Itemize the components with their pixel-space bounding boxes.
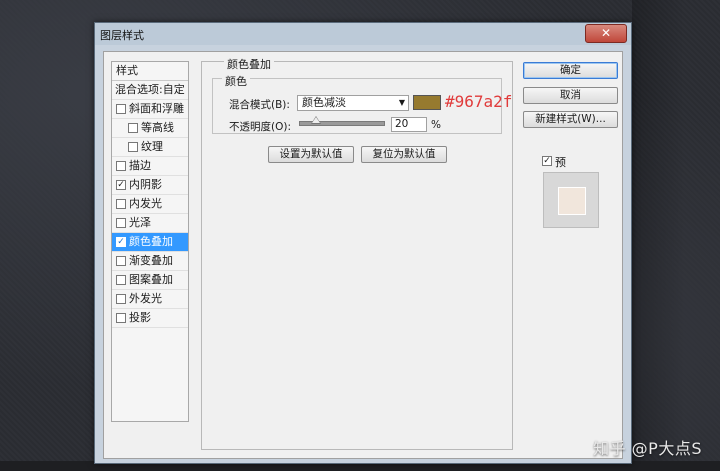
style-item-label: 颜色叠加 — [129, 235, 173, 248]
checkbox-icon[interactable]: ✓ — [116, 237, 126, 247]
style-item-label: 渐变叠加 — [129, 254, 173, 267]
style-items: 斜面和浮雕 等高线 纹理 描边 ✓ 内阴影 内发光 光泽 ✓ 颜色叠加 渐变叠加 图案叠加 外发光 投影 — [112, 100, 188, 328]
checkbox-check-icon[interactable]: ✓ — [542, 156, 552, 166]
style-item-3[interactable]: 描边 — [112, 157, 188, 176]
checkbox-icon[interactable] — [116, 104, 126, 114]
style-preview-thumbnail — [543, 172, 599, 228]
checkbox-icon[interactable] — [116, 256, 126, 266]
style-item-label: 光泽 — [129, 216, 151, 229]
opacity-slider-thumb[interactable] — [310, 116, 321, 124]
checkbox-icon[interactable] — [116, 313, 126, 323]
style-item-6[interactable]: 光泽 — [112, 214, 188, 233]
checkbox-icon[interactable] — [116, 199, 126, 209]
checkbox-icon[interactable] — [128, 142, 138, 152]
close-button[interactable]: ✕ — [585, 24, 627, 43]
style-item-8[interactable]: 渐变叠加 — [112, 252, 188, 271]
opacity-unit: % — [431, 119, 441, 131]
watermark: 知乎 @P大点S — [593, 439, 702, 458]
blend-mode-select[interactable]: 颜色减淡 ▼ — [297, 95, 409, 111]
style-item-0[interactable]: 斜面和浮雕 — [112, 100, 188, 119]
reset-default-button[interactable]: 复位为默认值 — [361, 146, 447, 163]
style-item-4[interactable]: ✓ 内阴影 — [112, 176, 188, 195]
style-item-10[interactable]: 外发光 — [112, 290, 188, 309]
checkbox-icon[interactable] — [116, 161, 126, 171]
style-item-1[interactable]: 等高线 — [112, 119, 188, 138]
style-item-label: 内发光 — [129, 197, 162, 210]
opacity-label: 不透明度(O): — [229, 121, 291, 133]
style-item-label: 纹理 — [141, 140, 163, 153]
window-title: 图层样式 — [100, 29, 144, 42]
style-item-label: 内阴影 — [129, 178, 162, 191]
style-item-label: 描边 — [129, 159, 151, 172]
background-shadow — [632, 0, 720, 471]
style-list-header: 样式 — [112, 62, 188, 81]
style-item-2[interactable]: 纹理 — [112, 138, 188, 157]
style-list: 样式 混合选项:自定 斜面和浮雕 等高线 纹理 描边 ✓ 内阴影 内发光 光泽 ✓ 颜色叠加 渐变叠… — [111, 61, 189, 422]
style-item-5[interactable]: 内发光 — [112, 195, 188, 214]
cancel-button[interactable]: 取消 — [523, 87, 618, 104]
color-swatch[interactable] — [413, 95, 441, 110]
blend-mode-value: 颜色减淡 — [302, 96, 346, 109]
dialog-client-area: 样式 混合选项:自定 斜面和浮雕 等高线 纹理 描边 ✓ 内阴影 内发光 光泽 ✓ 颜色叠加 渐变叠… — [103, 51, 623, 459]
style-item-label: 投影 — [129, 311, 151, 324]
hex-annotation: #967a2f — [445, 92, 513, 111]
chevron-down-icon: ▼ — [398, 98, 405, 107]
blend-options-item[interactable]: 混合选项:自定 — [112, 81, 188, 100]
style-item-9[interactable]: 图案叠加 — [112, 271, 188, 290]
blend-mode-label: 混合模式(B): — [229, 99, 290, 111]
checkbox-icon[interactable] — [116, 294, 126, 304]
style-item-label: 等高线 — [141, 121, 174, 134]
checkbox-icon[interactable] — [116, 275, 126, 285]
checkbox-icon[interactable] — [116, 218, 126, 228]
style-item-11[interactable]: 投影 — [112, 309, 188, 328]
preview-swatch — [558, 187, 586, 215]
ok-button[interactable]: 确定 — [523, 62, 618, 79]
group-title: 颜色叠加 — [224, 56, 274, 72]
checkbox-icon[interactable] — [128, 123, 138, 133]
subgroup-title: 颜色 — [222, 73, 250, 89]
style-item-label: 斜面和浮雕 — [129, 102, 184, 115]
title-bar[interactable]: 图层样式 ✕ — [95, 23, 631, 45]
make-default-button[interactable]: 设置为默认值 — [268, 146, 354, 163]
checkbox-icon[interactable]: ✓ — [116, 180, 126, 190]
style-item-label: 外发光 — [129, 292, 162, 305]
layer-style-dialog: 图层样式 ✕ 样式 混合选项:自定 斜面和浮雕 等高线 纹理 描边 ✓ 内阴影 内发光 光泽 ✓… — [94, 22, 632, 464]
style-item-label: 图案叠加 — [129, 273, 173, 286]
style-item-7[interactable]: ✓ 颜色叠加 — [112, 233, 188, 252]
opacity-input[interactable]: 20 — [391, 117, 427, 132]
new-style-button[interactable]: 新建样式(W)... — [523, 111, 618, 128]
